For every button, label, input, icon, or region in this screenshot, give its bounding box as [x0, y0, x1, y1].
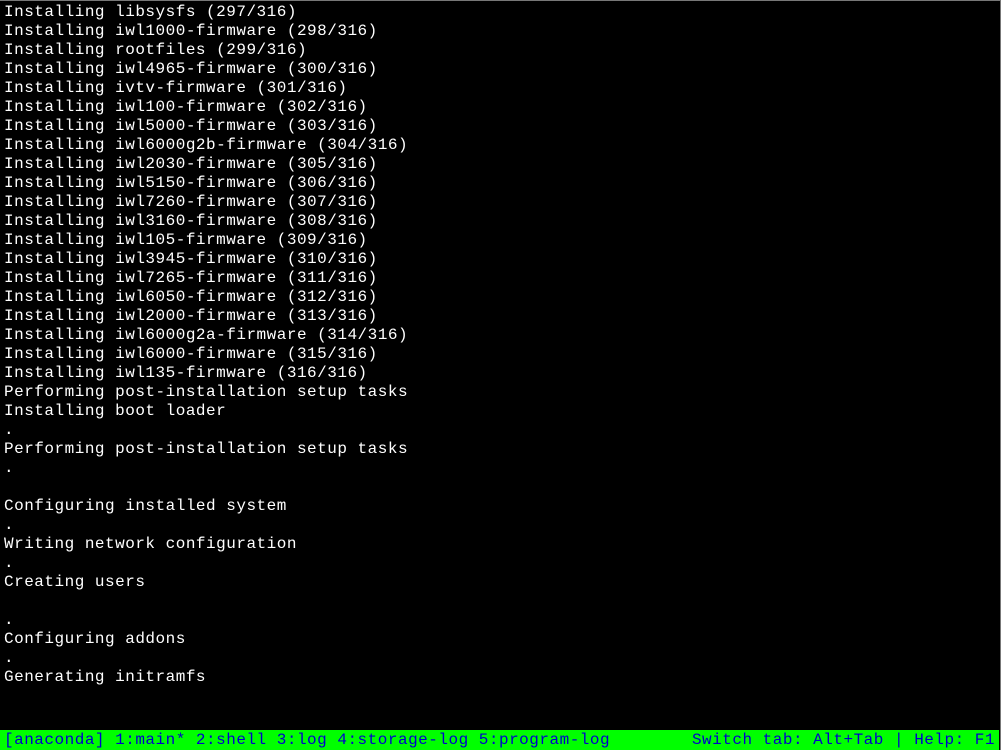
terminal-line: Installing iwl1000-firmware (298/316) [4, 22, 996, 41]
terminal-line [4, 687, 996, 706]
terminal-line: Installing iwl100-firmware (302/316) [4, 98, 996, 117]
terminal-line: Installing iwl6000-firmware (315/316) [4, 345, 996, 364]
terminal-line: Generating initramfs [4, 668, 996, 687]
terminal-line: Installing iwl3160-firmware (308/316) [4, 212, 996, 231]
terminal-line: Installing iwl2030-firmware (305/316) [4, 155, 996, 174]
status-bar-right: Switch tab: Alt+Tab | Help: F1 [692, 731, 995, 749]
terminal-line: Installing iwl6000g2b-firmware (304/316) [4, 136, 996, 155]
terminal-line: Performing post-installation setup tasks [4, 440, 996, 459]
terminal-line: Installing iwl105-firmware (309/316) [4, 231, 996, 250]
terminal-line: Installing iwl5150-firmware (306/316) [4, 174, 996, 193]
status-bar: [anaconda] 1:main* 2:shell 3:log 4:stora… [0, 730, 999, 750]
terminal-line: Installing rootfiles (299/316) [4, 41, 996, 60]
terminal-line: Installing iwl7260-firmware (307/316) [4, 193, 996, 212]
terminal-line: Installing boot loader [4, 402, 996, 421]
terminal-line: . [4, 554, 996, 573]
terminal-line: . [4, 516, 996, 535]
terminal-line: . [4, 649, 996, 668]
terminal-line: Performing post-installation setup tasks [4, 383, 996, 402]
terminal-line: Configuring installed system [4, 497, 996, 516]
terminal-line: . [4, 459, 996, 478]
terminal-line: Installing iwl7265-firmware (311/316) [4, 269, 996, 288]
terminal-line: . [4, 421, 996, 440]
terminal-line [4, 478, 996, 497]
terminal-line: Installing iwl6000g2a-firmware (314/316) [4, 326, 996, 345]
terminal-line: Installing iwl135-firmware (316/316) [4, 364, 996, 383]
terminal-line: Installing iwl4965-firmware (300/316) [4, 60, 996, 79]
terminal-line: Installing iwl5000-firmware (303/316) [4, 117, 996, 136]
terminal-line: Installing iwl2000-firmware (313/316) [4, 307, 996, 326]
terminal-line: Installing libsysfs (297/316) [4, 3, 996, 22]
terminal-line: Writing network configuration [4, 535, 996, 554]
terminal-line: Creating users [4, 573, 996, 592]
terminal-line: Installing iwl3945-firmware (310/316) [4, 250, 996, 269]
terminal-output: Installing libsysfs (297/316)Installing … [0, 1, 1000, 708]
terminal-line: Configuring addons [4, 630, 996, 649]
terminal-line: . [4, 611, 996, 630]
terminal-line: Installing iwl6050-firmware (312/316) [4, 288, 996, 307]
terminal-line: Installing ivtv-firmware (301/316) [4, 79, 996, 98]
terminal-line [4, 592, 996, 611]
status-bar-left: [anaconda] 1:main* 2:shell 3:log 4:stora… [4, 731, 610, 749]
